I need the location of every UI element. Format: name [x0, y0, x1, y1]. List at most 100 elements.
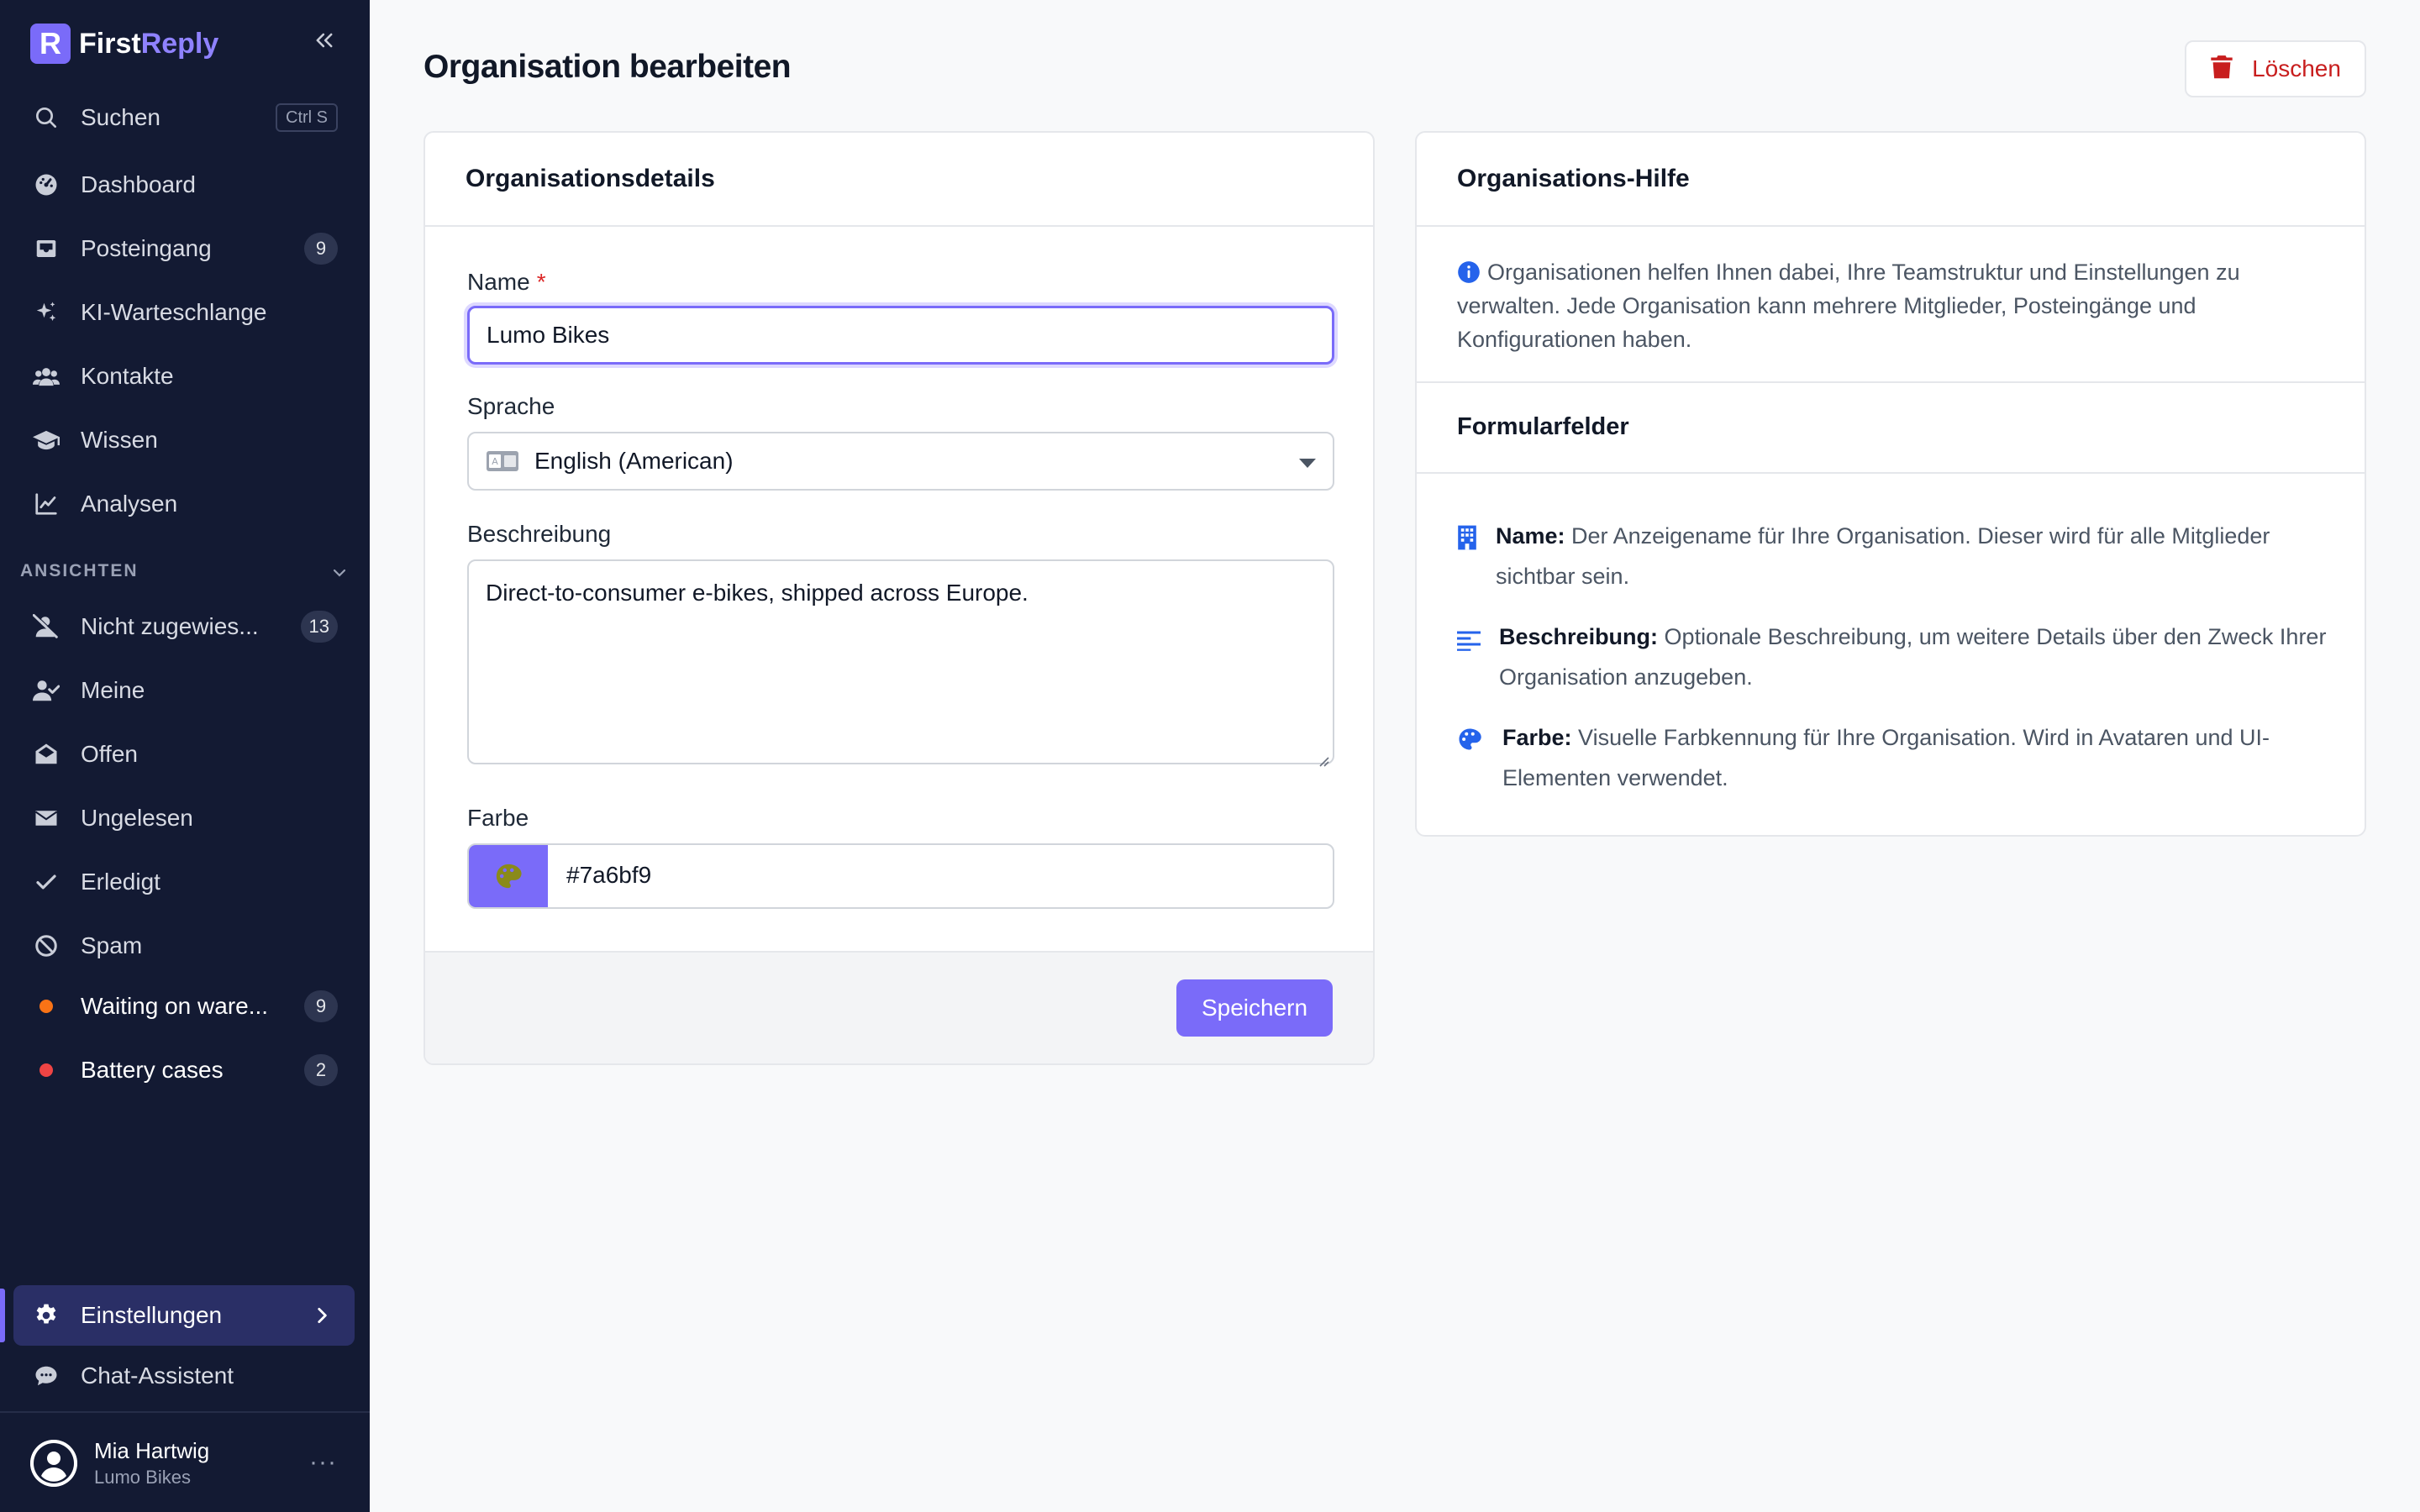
user-slash-icon	[32, 612, 60, 641]
sidebar-item-chat-assistant[interactable]: Chat-Assistent	[13, 1349, 355, 1403]
sidebar: R FirstReply Suchen Ctrl S Dashboard Pos…	[0, 0, 370, 1512]
sidebar-item-inbox[interactable]: Posteingang 9	[13, 222, 355, 276]
unassigned-count-badge: 13	[300, 611, 338, 643]
sidebar-item-label: Waiting on ware...	[81, 993, 269, 1019]
waiting-count-badge: 9	[304, 990, 338, 1022]
battery-count-badge: 2	[304, 1054, 338, 1086]
sidebar-divider	[0, 1411, 370, 1413]
user-name: Mia Hartwig	[94, 1438, 210, 1463]
color-field[interactable]: #7a6bf9	[467, 843, 1334, 909]
brand-name: FirstReply	[79, 27, 219, 60]
divider	[1417, 472, 2365, 474]
user-check-icon	[32, 676, 60, 705]
sidebar-item-settings[interactable]: Einstellungen	[13, 1285, 355, 1346]
avatar	[30, 1440, 77, 1487]
sidebar-item-label: Analysen	[81, 491, 178, 517]
sidebar-item-open[interactable]: Offen	[13, 727, 355, 781]
gear-icon	[32, 1301, 60, 1330]
color-label: Farbe	[467, 805, 529, 831]
page-title: Organisation bearbeiten	[424, 49, 792, 85]
search-button[interactable]: Suchen Ctrl S	[13, 91, 355, 144]
sidebar-item-label: Meine	[81, 677, 145, 703]
search-label: Suchen	[81, 104, 160, 130]
more-options-icon[interactable]: ···	[309, 1448, 337, 1477]
resize-grip-icon[interactable]	[1316, 746, 1329, 767]
color-swatch[interactable]	[469, 845, 548, 907]
user-organization: Lumo Bikes	[94, 1467, 191, 1488]
sidebar-item-waiting[interactable]: Waiting on ware... 9	[13, 979, 355, 1033]
delete-button[interactable]: Löschen	[2185, 40, 2366, 97]
sidebar-item-contacts[interactable]: Kontakte	[13, 349, 355, 403]
chevron-down-icon[interactable]	[329, 563, 350, 583]
sidebar-item-label: Chat-Assistent	[81, 1362, 234, 1389]
sidebar-item-dashboard[interactable]: Dashboard	[13, 158, 355, 212]
help-item-color: Farbe: Visuelle Farbkennung für Ihre Org…	[1457, 717, 2331, 801]
sidebar-item-spam[interactable]: Spam	[13, 919, 355, 973]
sparkles-icon	[32, 298, 60, 327]
description-label: Beschreibung	[467, 521, 612, 547]
user-profile[interactable]: Mia Hartwig Lumo Bikes ···	[30, 1436, 350, 1490]
help-item-description: Beschreibung: Optionale Beschreibung, um…	[1457, 617, 2331, 701]
sidebar-item-label: KI-Warteschlange	[81, 299, 267, 325]
views-section-label: ANSICHTEN	[20, 561, 139, 580]
active-indicator	[0, 1289, 5, 1342]
help-intro: Organisationen helfen Ihnen dabei, Ihre …	[1457, 260, 2240, 352]
search-icon	[32, 103, 60, 132]
language-label: Sprache	[467, 393, 555, 419]
caret-down-icon	[1299, 459, 1316, 468]
envelope-icon	[32, 804, 60, 832]
collapse-sidebar-icon[interactable]	[309, 25, 339, 55]
line-chart-icon	[32, 490, 60, 518]
info-icon	[1457, 260, 1481, 283]
sidebar-item-label: Kontakte	[81, 363, 174, 389]
sidebar-item-done[interactable]: Erledigt	[13, 855, 355, 909]
brand-logo[interactable]: R FirstReply	[30, 24, 218, 64]
envelope-open-icon	[32, 740, 60, 769]
organization-help-card: Organisations-Hilfe Organisationen helfe…	[1415, 131, 2366, 837]
form-fields-heading: Formularfelder	[1457, 413, 1629, 440]
align-left-icon	[1457, 623, 1482, 651]
sidebar-item-analytics[interactable]: Analysen	[13, 477, 355, 531]
sidebar-item-label: Ungelesen	[81, 805, 193, 831]
language-select[interactable]: A English (American)	[467, 432, 1334, 491]
card-title: Organisations-Hilfe	[1457, 165, 1690, 192]
inbox-tray-icon	[32, 234, 60, 263]
sidebar-item-mine[interactable]: Meine	[13, 664, 355, 717]
sidebar-item-label: Posteingang	[81, 235, 212, 261]
inbox-count-badge: 9	[304, 233, 338, 265]
sidebar-item-unassigned[interactable]: Nicht zugewies... 13	[13, 600, 355, 654]
sidebar-item-label: Spam	[81, 932, 143, 958]
sidebar-item-knowledge[interactable]: Wissen	[13, 413, 355, 467]
svg-text:A: A	[492, 456, 498, 467]
sidebar-item-battery-cases[interactable]: Battery cases 2	[13, 1043, 355, 1097]
name-label: Name *	[467, 269, 546, 295]
sidebar-item-label: Battery cases	[81, 1057, 224, 1083]
chat-bubble-icon	[32, 1362, 60, 1390]
dashboard-gauge-icon	[32, 171, 60, 199]
red-status-dot-icon	[32, 1056, 60, 1084]
sidebar-item-ai-queue[interactable]: KI-Warteschlange	[13, 286, 355, 339]
graduation-cap-icon	[32, 426, 60, 454]
trash-icon	[2210, 55, 2233, 84]
card-title: Organisationsdetails	[466, 165, 715, 192]
palette-icon	[1457, 724, 1482, 750]
ban-icon	[32, 932, 60, 960]
sidebar-item-label: Nicht zugewies...	[81, 613, 259, 639]
sidebar-item-label: Einstellungen	[81, 1302, 223, 1328]
sidebar-item-unread[interactable]: Ungelesen	[13, 791, 355, 845]
sidebar-item-label: Offen	[81, 741, 138, 767]
color-hex-input[interactable]: #7a6bf9	[566, 862, 651, 889]
sidebar-item-label: Wissen	[81, 427, 158, 453]
palette-icon	[496, 864, 522, 889]
language-card-icon: A	[486, 450, 519, 472]
orange-status-dot-icon	[32, 992, 60, 1021]
description-textarea[interactable]: Direct-to-consumer e-bikes, shipped acro…	[467, 559, 1334, 767]
sidebar-item-label: Dashboard	[81, 171, 196, 197]
name-input[interactable]: Lumo Bikes	[467, 306, 1334, 365]
organization-details-card: Organisationsdetails Name * Lumo Bikes Sp…	[424, 131, 1375, 1065]
building-icon	[1457, 522, 1482, 550]
chevron-right-icon	[311, 1304, 333, 1331]
save-button[interactable]: Speichern	[1176, 979, 1333, 1037]
sidebar-item-label: Erledigt	[81, 869, 160, 895]
logo-mark-icon: R	[30, 24, 71, 64]
